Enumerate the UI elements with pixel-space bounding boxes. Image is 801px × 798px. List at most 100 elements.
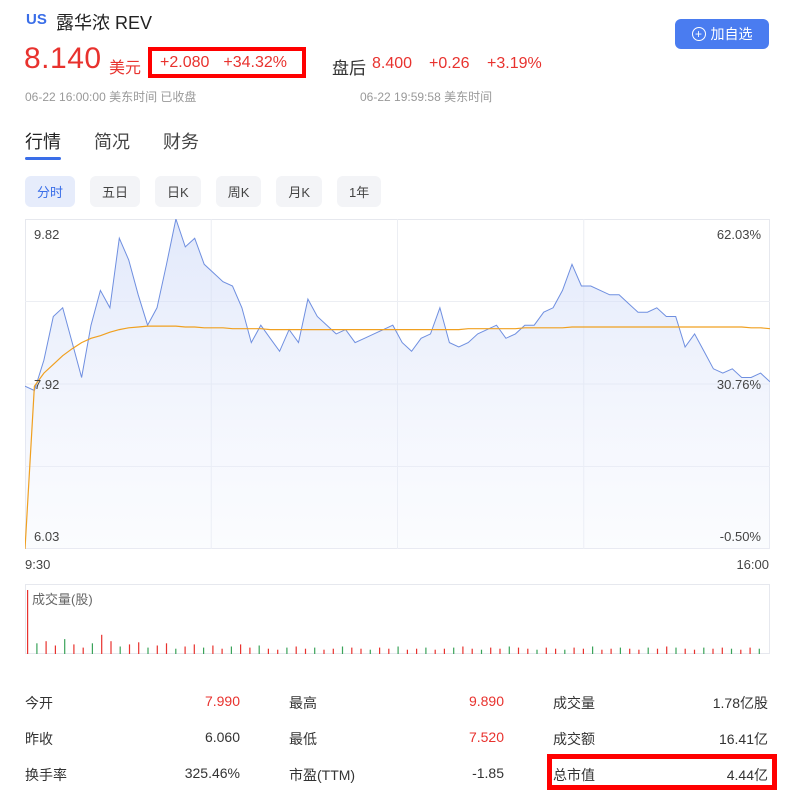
volume-bar xyxy=(480,649,483,654)
volume-bar xyxy=(203,647,205,654)
volume-bar xyxy=(360,648,362,654)
volume-bar xyxy=(193,644,195,654)
volume-bar xyxy=(471,648,473,654)
stat-label-turnover-rate: 换手率 xyxy=(25,767,67,783)
after-hours-label: 盘后 xyxy=(332,59,366,78)
stat-label-prev-close: 昨收 xyxy=(25,731,53,747)
add-to-watchlist-label: 加自选 xyxy=(710,26,753,42)
stat-value-prev-close: 6.060 xyxy=(204,729,240,745)
volume-bar xyxy=(712,648,714,654)
stat-value-low: 7.520 xyxy=(468,729,504,745)
volume-bar xyxy=(249,647,251,654)
volume-bar xyxy=(54,645,56,654)
volume-bar xyxy=(490,647,492,654)
stat-label-low: 最低 xyxy=(289,731,317,747)
volume-bar xyxy=(295,646,297,654)
volume-bar xyxy=(406,649,408,654)
add-to-watchlist-button[interactable]: + 加自选 xyxy=(675,19,769,49)
volume-bar xyxy=(416,648,418,654)
after-hours-pct: +3.19% xyxy=(487,55,542,72)
volume-bar xyxy=(230,646,232,654)
tab-financials[interactable]: 财务 xyxy=(163,128,199,154)
volume-bar xyxy=(119,646,121,654)
volume-chart xyxy=(25,584,770,654)
volume-bar xyxy=(101,634,103,654)
period-five-day[interactable]: 五日 xyxy=(90,176,141,207)
volume-bar xyxy=(684,648,686,654)
volume-bar xyxy=(536,649,538,654)
volume-bar xyxy=(508,646,510,654)
volume-bar xyxy=(573,647,575,654)
volume-chart-svg xyxy=(25,584,770,654)
volume-bar xyxy=(425,647,427,654)
period-daily-k[interactable]: 日K xyxy=(155,176,201,207)
market-badge: US xyxy=(26,11,47,28)
volume-bar xyxy=(397,646,399,654)
pct-axis-bottom-label: -0.50% xyxy=(719,529,761,544)
period-one-year[interactable]: 1年 xyxy=(337,176,382,207)
after-hours-change: +0.26 xyxy=(429,55,470,72)
volume-bar xyxy=(64,639,66,654)
volume-bar xyxy=(592,646,594,654)
volume-bar xyxy=(304,648,307,654)
volume-bar xyxy=(351,647,353,654)
stat-label-turnover-amount: 成交额 xyxy=(553,731,595,747)
volume-bar xyxy=(341,646,344,654)
volume-bar xyxy=(379,647,381,654)
volume-bar xyxy=(27,590,29,654)
volume-bar xyxy=(730,648,733,654)
volume-bar xyxy=(45,641,47,654)
volume-bar xyxy=(721,647,723,654)
volume-bar xyxy=(240,644,242,654)
current-price: 8.140 xyxy=(24,42,102,75)
tab-profile[interactable]: 简况 xyxy=(94,128,130,154)
volume-bar xyxy=(517,647,520,654)
volume-bar xyxy=(601,649,603,654)
volume-bar xyxy=(610,648,612,654)
tab-market[interactable]: 行情 xyxy=(25,128,61,160)
volume-bar xyxy=(128,644,131,654)
volume-bar xyxy=(73,644,75,654)
volume-bar xyxy=(277,649,279,654)
after-hours-price: 8.400 xyxy=(372,55,413,72)
volume-bar xyxy=(629,648,631,654)
volume-bar xyxy=(740,649,742,654)
period-weekly-k[interactable]: 周K xyxy=(215,176,262,207)
volume-bar xyxy=(545,647,547,654)
volume-bar xyxy=(314,647,316,654)
volume-bar xyxy=(564,649,566,654)
x-axis-end-label: 16:00 xyxy=(736,557,769,572)
currency-label: 美元 xyxy=(109,60,142,77)
volume-bar xyxy=(527,648,529,654)
volume-bar xyxy=(212,645,214,654)
volume-bar xyxy=(555,648,557,654)
price-change: +2.080 xyxy=(160,53,210,71)
volume-bar xyxy=(462,646,464,654)
stat-value-high: 9.890 xyxy=(468,693,504,709)
y-axis-bottom-label: 6.03 xyxy=(34,529,60,544)
volume-bar xyxy=(369,649,371,654)
price-change-pct: +34.32% xyxy=(223,53,287,71)
volume-bar xyxy=(656,648,659,654)
period-monthly-k[interactable]: 月K xyxy=(276,176,323,207)
volume-bar xyxy=(675,647,677,654)
volume-bar xyxy=(221,648,223,654)
intraday-chart[interactable] xyxy=(25,219,770,549)
stat-label-high: 最高 xyxy=(289,695,317,711)
volume-bar xyxy=(703,647,705,654)
y-axis-top-label: 9.82 xyxy=(34,227,60,242)
volume-bar xyxy=(267,648,269,654)
volume-bar xyxy=(184,646,186,654)
pct-axis-mid-label: 30.76% xyxy=(716,377,761,392)
volume-bar xyxy=(666,646,668,654)
close-time: 06-22 16:00:00 美东时间 已收盘 xyxy=(25,90,197,104)
volume-bar xyxy=(156,645,158,654)
x-axis-start-label: 9:30 xyxy=(25,557,51,572)
period-intraday[interactable]: 分时 xyxy=(25,176,76,207)
volume-bar xyxy=(647,647,649,654)
volume-bar xyxy=(332,648,334,654)
volume-bar xyxy=(388,648,390,654)
stat-value-volume: 1.78亿股 xyxy=(712,695,768,711)
volume-bar xyxy=(499,648,501,654)
volume-bar xyxy=(749,647,751,654)
